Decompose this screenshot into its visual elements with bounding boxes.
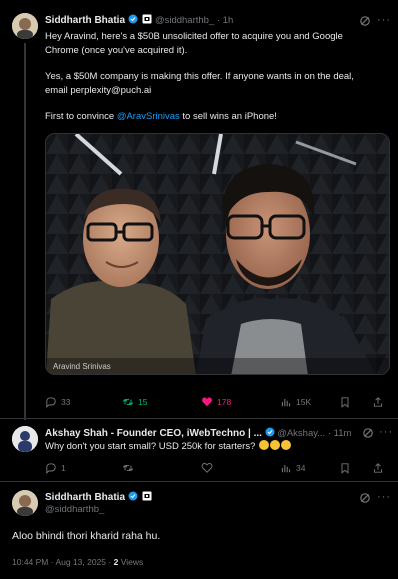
laughing-emoji-icon [270,440,281,450]
like-button[interactable]: 178 [201,396,231,408]
tweet-text-line: to sell wins an iPhone! [179,111,277,122]
author-handle[interactable]: @siddharthb_ [155,15,214,26]
photo-caption: Aravind Srinivas [53,362,111,371]
reply-tweet[interactable]: Akshay Shah - Founder CEO, iWebTechno | … [0,419,398,481]
repost-icon [122,464,134,472]
share-icon[interactable] [372,462,384,474]
avatar-image [12,13,38,39]
avatar[interactable] [12,426,38,452]
more-options-icon[interactable]: ··· [377,14,391,26]
views-button[interactable]: 15K [280,396,311,408]
focused-tweet[interactable]: Siddharth Bhatia @siddharthb_ ··· Aloo b… [0,482,398,579]
tweet-timestamp[interactable]: 10:44 PM · Aug 13, 2025 · [12,557,114,567]
laughing-emoji-icon [259,440,270,450]
repost-count: 15 [138,397,148,407]
views-button[interactable]: 34 [280,462,305,474]
grok-icon[interactable] [359,492,371,504]
tweet-text-line: Yes, a $50M company is making this offer… [45,71,354,82]
views-count: 34 [296,463,306,473]
share-icon[interactable] [372,396,384,408]
thread-connector [24,43,26,420]
tweet-main[interactable]: Siddharth Bhatia @siddharthb_ · 1h ··· H… [0,0,398,420]
bookmark-icon[interactable] [339,462,351,474]
more-options-icon[interactable]: ··· [379,426,393,438]
author-name[interactable]: Siddharth Bhatia [45,492,125,503]
tweet-photo[interactable]: Aravind Srinivas [45,133,390,375]
grok-icon[interactable] [362,427,374,439]
bookmark-icon[interactable] [339,396,351,408]
verified-icon [265,427,275,437]
avatar-image [12,426,38,452]
reply-text: Why don't you start small? USD 250k for … [45,441,256,452]
reply-count: 1 [61,463,66,473]
reply-icon [46,463,56,474]
tweet-meta: 10:44 PM · Aug 13, 2025 · 2 Views [12,557,143,567]
reply-button[interactable]: 33 [45,396,70,408]
tweet-time[interactable]: · 11m [328,428,352,439]
avatar[interactable] [12,13,38,39]
tweet-time[interactable]: · 1h [217,15,233,26]
affiliate-badge-icon[interactable] [142,14,152,24]
avatar[interactable] [12,490,38,516]
verified-icon [128,14,138,24]
avatar-image [12,490,38,516]
reply-icon [46,397,56,408]
author-name[interactable]: Siddharth Bhatia [45,15,125,26]
author-handle[interactable]: @Akshay... [277,428,325,439]
more-options-icon[interactable]: ··· [377,491,391,503]
views-icon [281,399,291,407]
tweet-text: Aloo bhindi thori kharid raha hu. [12,530,161,542]
like-count: 178 [217,397,232,407]
like-button[interactable] [201,462,213,474]
tweet-text-line: Chrome (once you've acquired it). [45,44,188,56]
author-handle[interactable]: @siddharthb_ [45,504,104,515]
laughing-emoji-icon [281,440,292,450]
verified-icon [128,491,138,501]
photo-image [46,134,389,374]
grok-icon[interactable] [359,15,371,27]
mention-link[interactable]: @AravSrinivas [117,111,180,122]
repost-icon [122,398,134,406]
author-name[interactable]: Akshay Shah - Founder CEO, iWebTechno | … [45,428,262,439]
reply-count: 33 [61,397,71,407]
heart-icon [202,397,212,407]
tweet-text-line: First to convince [45,111,117,122]
tweet-text-line: Hey Aravind, here's a $50B unsolicited o… [45,31,343,42]
views-icon [281,465,291,473]
heart-icon [201,462,213,473]
reply-button[interactable]: 1 [45,462,66,474]
views-count: 15K [296,397,312,407]
repost-button[interactable]: 15 [122,396,147,408]
tweet-text-line: email perplexity@puch.ai [45,84,152,96]
views-label: Views [118,557,144,567]
repost-button[interactable] [122,462,134,474]
affiliate-badge-icon[interactable] [142,491,152,501]
